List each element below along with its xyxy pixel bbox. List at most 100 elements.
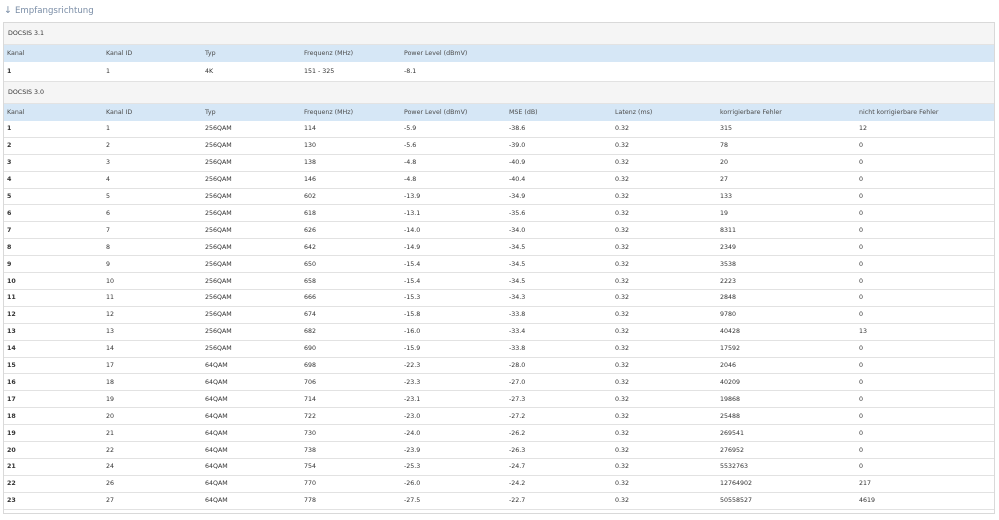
cell-mse: -27.2 [509, 412, 526, 420]
cell-nicht-korrigierbare-fehler: 0 [859, 311, 864, 319]
table-row: 4 4 256QAM 146 -4.8 -40.4 0.32 27 0 [4, 171, 994, 189]
cell-power-level: -22.3 [404, 362, 421, 370]
cell-latenz: 0.32 [615, 412, 630, 420]
cell-mse: -26.2 [509, 429, 526, 437]
cell-kanal: 21 [7, 463, 16, 471]
cell-frequenz: 754 [304, 463, 317, 471]
cell-frequenz: 666 [304, 294, 317, 302]
cell-kanal: 10 [7, 277, 16, 285]
cell-kanal-id: 3 [106, 159, 111, 167]
cell-nicht-korrigierbare-fehler: 0 [859, 226, 864, 234]
cell-typ: 256QAM [205, 260, 232, 268]
cell-mse: -28.0 [509, 362, 526, 370]
table-row: 1 1 256QAM 114 -5.9 -38.6 0.32 315 12 [4, 121, 994, 138]
cell-typ: 256QAM [205, 193, 232, 201]
cell-power-level: -4.8 [404, 176, 417, 184]
cell-nicht-korrigierbare-fehler: 217 [859, 480, 872, 488]
cell-power-level: -23.0 [404, 412, 421, 420]
cell-nicht-korrigierbare-fehler: 0 [859, 277, 864, 285]
cell-latenz: 0.32 [615, 243, 630, 251]
cell-kanal-id: 5 [106, 193, 111, 201]
cell-kanal-id: 1 [106, 125, 111, 133]
header-kanal: Kanal [7, 109, 25, 116]
cell-kanal-id: 2 [106, 142, 111, 150]
cell-kanal-id: 13 [106, 328, 115, 336]
cell-typ: 256QAM [205, 159, 232, 167]
cell-korrigierbare-fehler: 2349 [720, 243, 737, 251]
cell-frequenz: 650 [304, 260, 317, 268]
section-toggle-downstream[interactable]: ↓ Empfangsrichtung [4, 3, 94, 19]
cell-mse: -26.3 [509, 446, 526, 454]
cell-mse: -33.8 [509, 345, 526, 353]
cell-latenz: 0.32 [615, 429, 630, 437]
cell-power-level: -15.3 [404, 294, 421, 302]
cell-korrigierbare-fehler: 8311 [720, 226, 737, 234]
cell-kanal: 20 [7, 446, 16, 454]
table-row: 1 1 4K 151 - 325 -8.1 [4, 62, 994, 82]
table-row: 14 14 256QAM 690 -15.9 -33.8 0.32 17592 0 [4, 340, 994, 358]
cell-nicht-korrigierbare-fehler: 13 [859, 328, 868, 336]
table-row: 15 17 64QAM 698 -22.3 -28.0 0.32 2046 0 [4, 357, 994, 375]
cell-power-level: -13.9 [404, 193, 421, 201]
cell-kanal: 22 [7, 480, 16, 488]
cell-power-level: -23.9 [404, 446, 421, 454]
cell-nicht-korrigierbare-fehler: 0 [859, 176, 864, 184]
cell-frequenz: 626 [304, 226, 317, 234]
cell-kanal-id: 6 [106, 209, 111, 217]
cell-nicht-korrigierbare-fehler: 0 [859, 345, 864, 353]
cell-latenz: 0.32 [615, 277, 630, 285]
cell-power-level: -23.1 [404, 395, 421, 403]
cell-korrigierbare-fehler: 269541 [720, 429, 745, 437]
cell-typ: 64QAM [205, 497, 228, 505]
cell-frequenz: 146 [304, 176, 317, 184]
cell-frequenz: 602 [304, 193, 317, 201]
table-row: 16 18 64QAM 706 -23.3 -27.0 0.32 40209 0 [4, 374, 994, 392]
cell-typ: 64QAM [205, 446, 228, 454]
cell-kanal-id: 19 [106, 395, 115, 403]
table-row: 12 12 256QAM 674 -15.8 -33.8 0.32 9780 0 [4, 306, 994, 324]
cell-latenz: 0.32 [615, 311, 630, 319]
cell-mse: -34.0 [509, 226, 526, 234]
cell-nicht-korrigierbare-fehler: 0 [859, 294, 864, 302]
cell-latenz: 0.32 [615, 345, 630, 353]
cell-power-level: -23.3 [404, 378, 421, 386]
cell-mse: -39.0 [509, 142, 526, 150]
cell-typ: 256QAM [205, 125, 232, 133]
cell-mse: -27.0 [509, 378, 526, 386]
cell-latenz: 0.32 [615, 395, 630, 403]
header-kanal: Kanal [7, 50, 25, 57]
cell-kanal-id: 9 [106, 260, 111, 268]
header-kanal-id: Kanal ID [106, 109, 133, 116]
header-korrigierbare-fehler: korrigierbare Fehler [720, 109, 782, 116]
cell-kanal: 18 [7, 412, 16, 420]
cell-power-level: -5.6 [404, 142, 417, 150]
cell-frequenz: 682 [304, 328, 317, 336]
cell-korrigierbare-fehler: 19868 [720, 395, 741, 403]
header-frequenz: Frequenz (MHz) [304, 109, 354, 116]
cell-mse: -24.7 [509, 463, 526, 471]
cell-frequenz: 698 [304, 362, 317, 370]
cell-latenz: 0.32 [615, 125, 630, 133]
cell-nicht-korrigierbare-fehler: 0 [859, 142, 864, 150]
cell-mse: -34.5 [509, 243, 526, 251]
table-row: 23 27 64QAM 778 -27.5 -22.7 0.32 50558527 4619 [4, 492, 994, 510]
cell-kanal-id: 22 [106, 446, 115, 454]
channel-panel: DOCSIS 3.1 Kanal Kanal ID Typ Frequenz (MHz… [3, 22, 995, 514]
cell-korrigierbare-fehler: 27 [720, 176, 729, 184]
table-row: 19 21 64QAM 730 -24.0 -26.2 0.32 269541 0 [4, 425, 994, 443]
cell-frequenz: 722 [304, 412, 317, 420]
cell-mse: -34.9 [509, 193, 526, 201]
cell-korrigierbare-fehler: 3538 [720, 260, 737, 268]
cell-kanal: 14 [7, 345, 16, 353]
cell-kanal-id: 18 [106, 378, 115, 386]
cell-korrigierbare-fehler: 315 [720, 125, 733, 133]
cell-frequenz: 674 [304, 311, 317, 319]
cell-korrigierbare-fehler: 25488 [720, 412, 741, 420]
cell-latenz: 0.32 [615, 193, 630, 201]
cell-latenz: 0.32 [615, 446, 630, 454]
cell-typ: 4K [205, 68, 214, 75]
cell-latenz: 0.32 [615, 226, 630, 234]
cell-korrigierbare-fehler: 50558527 [720, 497, 753, 505]
table-row: 20 22 64QAM 738 -23.9 -26.3 0.32 276952 0 [4, 442, 994, 459]
cell-kanal: 19 [7, 429, 16, 437]
